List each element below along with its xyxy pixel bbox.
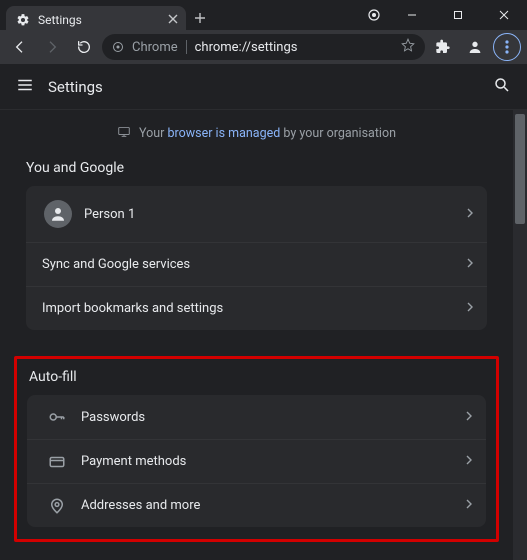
address-bar[interactable]: Chrome chrome://settings bbox=[102, 34, 425, 60]
url-path: chrome://settings bbox=[195, 40, 298, 55]
chevron-right-icon bbox=[466, 498, 472, 513]
person-icon bbox=[42, 200, 74, 228]
settings-row-addresses[interactable]: Addresses and more bbox=[27, 483, 486, 527]
chevron-right-icon bbox=[467, 207, 473, 222]
page-title: Settings bbox=[48, 78, 103, 96]
settings-row-payment-methods[interactable]: Payment methods bbox=[27, 439, 486, 483]
browser-menu-button[interactable] bbox=[493, 33, 521, 61]
chevron-right-icon bbox=[466, 410, 472, 425]
search-settings-button[interactable] bbox=[493, 76, 511, 98]
key-icon bbox=[43, 408, 71, 426]
scrollbar-thumb[interactable] bbox=[515, 114, 525, 224]
row-label: Payment methods bbox=[81, 454, 186, 469]
url-prefix: Chrome bbox=[132, 40, 178, 55]
managed-notice: Your browser is managed by your organisa… bbox=[26, 110, 487, 160]
tab-title: Settings bbox=[38, 13, 82, 27]
nav-back-button[interactable] bbox=[6, 33, 34, 61]
hamburger-menu-button[interactable] bbox=[16, 76, 34, 98]
scrollbar-track[interactable] bbox=[513, 110, 527, 560]
settings-row-passwords[interactable]: Passwords bbox=[27, 395, 486, 439]
window-minimize-button[interactable] bbox=[389, 0, 435, 30]
user-avatar-dot[interactable] bbox=[359, 0, 389, 30]
row-label: Passwords bbox=[81, 410, 145, 425]
chevron-right-icon bbox=[467, 301, 473, 316]
extensions-button[interactable] bbox=[429, 33, 457, 61]
chrome-scheme-icon bbox=[112, 41, 124, 53]
section-title-you-and-google: You and Google bbox=[26, 160, 487, 176]
managed-icon bbox=[117, 124, 131, 142]
managed-link[interactable]: browser is managed bbox=[167, 126, 280, 141]
settings-row-person[interactable]: Person 1 bbox=[26, 186, 487, 242]
gear-icon bbox=[16, 13, 30, 27]
nav-forward-button[interactable] bbox=[38, 33, 66, 61]
new-tab-button[interactable] bbox=[186, 6, 214, 30]
profile-button[interactable] bbox=[461, 33, 489, 61]
window-maximize-button[interactable] bbox=[435, 0, 481, 30]
nav-reload-button[interactable] bbox=[70, 33, 98, 61]
credit-card-icon bbox=[43, 453, 71, 471]
row-label: Person 1 bbox=[84, 207, 135, 222]
window-close-button[interactable] bbox=[481, 0, 527, 30]
settings-row-sync[interactable]: Sync and Google services bbox=[26, 242, 487, 286]
settings-row-import-bookmarks[interactable]: Import bookmarks and settings bbox=[26, 286, 487, 330]
autofill-section-highlight: Auto-fill Passwords Payment methods bbox=[14, 356, 499, 542]
row-label: Addresses and more bbox=[81, 498, 200, 513]
chevron-right-icon bbox=[467, 257, 473, 272]
location-icon bbox=[43, 497, 71, 515]
browser-tab-settings[interactable]: Settings bbox=[6, 6, 186, 34]
chevron-right-icon bbox=[466, 454, 472, 469]
close-icon[interactable] bbox=[168, 13, 178, 27]
section-title-autofill: Auto-fill bbox=[29, 369, 486, 385]
bookmark-star-icon[interactable] bbox=[401, 38, 415, 56]
row-label: Sync and Google services bbox=[42, 257, 190, 272]
row-label: Import bookmarks and settings bbox=[42, 301, 223, 316]
